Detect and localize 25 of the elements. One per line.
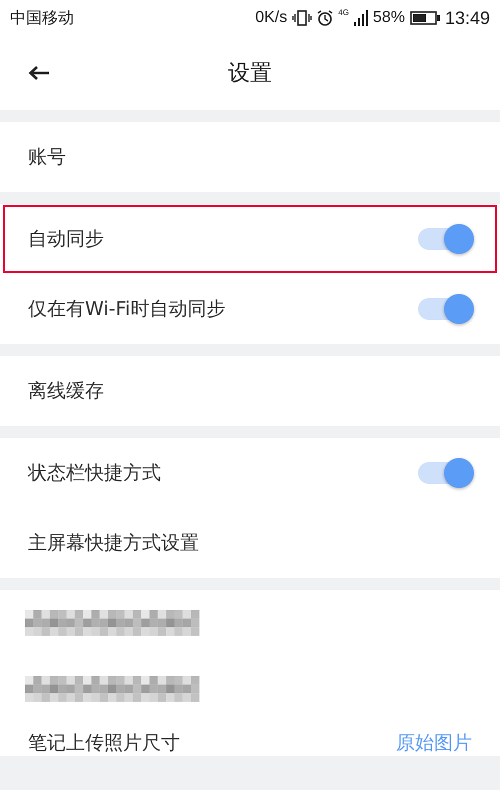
vibrate-icon	[292, 10, 312, 26]
setting-value: 原始图片	[396, 731, 472, 756]
carrier-name: 中国移动	[10, 8, 74, 28]
battery-icon	[410, 11, 440, 25]
network-type: 4G	[338, 8, 349, 17]
clock-time: 13:49	[444, 8, 490, 28]
setting-row[interactable]: 状态栏快捷方式	[0, 438, 500, 508]
network-speed: 0K/s	[255, 9, 288, 27]
signal-icon	[354, 10, 368, 26]
setting-row[interactable]: 账号	[0, 122, 500, 192]
setting-label: 自动同步	[28, 227, 104, 252]
setting-label: 主屏幕快捷方式设置	[28, 531, 199, 556]
setting-label: 离线缓存	[28, 379, 104, 404]
setting-row[interactable]: 自动同步	[2, 204, 498, 274]
setting-row[interactable]: 主屏幕快捷方式设置	[0, 508, 500, 578]
back-arrow-icon	[28, 65, 50, 81]
page-title: 设置	[228, 61, 272, 86]
setting-row[interactable]: 离线缓存	[0, 356, 500, 426]
setting-label: 仅在有Wi-Fi时自动同步	[28, 297, 226, 322]
battery-percent: 58%	[372, 9, 405, 27]
alarm-icon	[317, 10, 334, 26]
setting-label: 状态栏快捷方式	[28, 461, 161, 486]
setting-row[interactable]: 仅在有Wi-Fi时自动同步	[0, 274, 500, 344]
setting-label: 笔记上传照片尺寸	[28, 731, 180, 756]
setting-label: 账号	[28, 145, 66, 170]
